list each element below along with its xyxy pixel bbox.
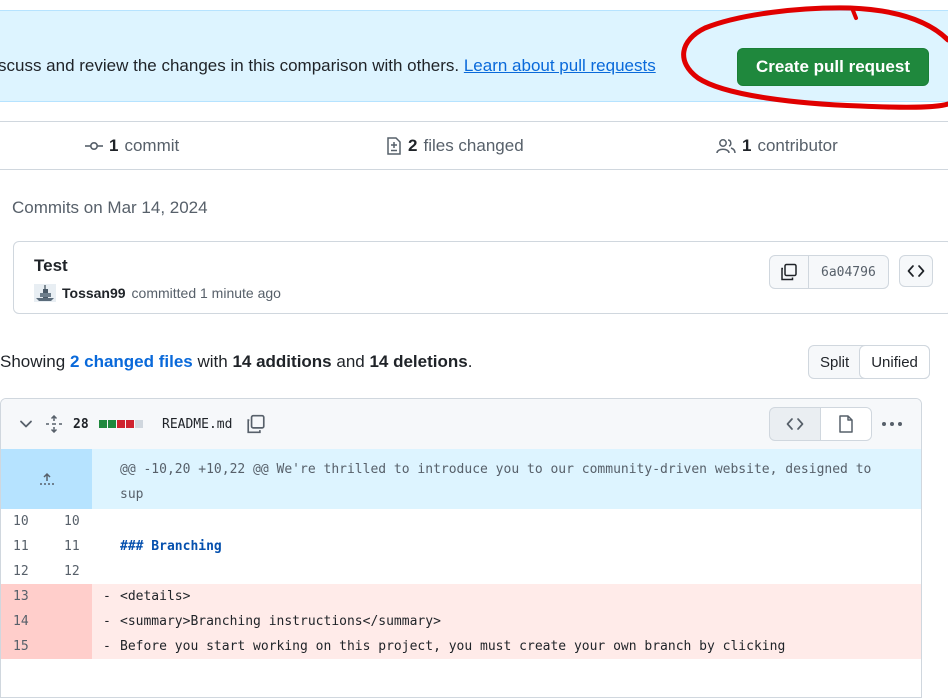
avatar[interactable] bbox=[34, 284, 56, 302]
summary-prefix: Showing bbox=[0, 352, 70, 371]
commit-time: committed 1 minute ago bbox=[131, 285, 281, 301]
old-line-number[interactable]: 15 bbox=[13, 634, 53, 659]
diff-line-context: 12 12 bbox=[1, 559, 921, 584]
diff-summary: Showing 2 changed files with 14 addition… bbox=[0, 352, 472, 372]
file-icon bbox=[839, 415, 853, 433]
new-line-number[interactable]: 12 bbox=[64, 559, 104, 584]
contributors-count: 1 bbox=[742, 136, 752, 155]
code-line: <details> bbox=[120, 589, 191, 604]
git-commit-icon bbox=[85, 141, 103, 151]
diffstat-block bbox=[117, 420, 125, 428]
commit-author[interactable]: Tossan99 bbox=[62, 285, 126, 301]
browse-repository-button[interactable] bbox=[898, 255, 933, 287]
files-changed-stat[interactable]: 2 files changed bbox=[386, 136, 524, 156]
diffstat-block bbox=[99, 420, 107, 428]
file-view-toggle bbox=[769, 407, 872, 441]
source-diff-button[interactable] bbox=[770, 408, 820, 440]
old-line-number[interactable]: 12 bbox=[13, 559, 53, 584]
file-options-button[interactable] bbox=[881, 399, 903, 449]
old-line-number[interactable]: 11 bbox=[13, 534, 53, 559]
diff-marker: - bbox=[103, 639, 111, 654]
code-line: <summary>Branching instructions</summary… bbox=[120, 614, 441, 629]
commit-meta: Tossan99 committed 1 minute ago bbox=[34, 284, 281, 302]
changed-files-link[interactable]: 2 changed files bbox=[70, 352, 193, 371]
compare-banner: scuss and review the changes in this com… bbox=[0, 10, 948, 102]
commit-title[interactable]: Test bbox=[34, 256, 68, 276]
diffstat-block bbox=[108, 420, 116, 428]
diff-marker: - bbox=[103, 589, 111, 604]
banner-text: scuss and review the changes in this com… bbox=[0, 56, 656, 76]
files-label: files changed bbox=[423, 136, 524, 155]
diff-file: 28 README.md @@ -10,20 +10,22 @@ We're t… bbox=[0, 398, 922, 698]
people-icon bbox=[716, 139, 736, 154]
expand-up-button[interactable] bbox=[1, 449, 92, 509]
create-pull-request-button[interactable]: Create pull request bbox=[737, 48, 929, 86]
code-icon bbox=[907, 265, 925, 277]
code-line: Before you start working on this project… bbox=[120, 639, 786, 654]
commit-list-item: Test Tossan99 committed 1 minute ago 6a0… bbox=[13, 241, 948, 314]
summary-middle: with bbox=[192, 352, 233, 371]
contributors-stat[interactable]: 1 contributor bbox=[716, 136, 838, 156]
rich-diff-button[interactable] bbox=[820, 408, 871, 440]
diff-line-context: 10 10 bbox=[1, 509, 921, 534]
commits-stat[interactable]: 1 commit bbox=[85, 136, 179, 156]
commit-sha-group: 6a04796 bbox=[769, 255, 889, 289]
diff-view-toggle: Split Unified bbox=[808, 345, 930, 379]
hunk-header: @@ -10,20 +10,22 @@ We're thrilled to in… bbox=[1, 449, 921, 509]
commits-count: 1 bbox=[109, 136, 119, 155]
old-line-number[interactable]: 13 bbox=[13, 584, 53, 609]
copy-icon bbox=[247, 414, 265, 434]
summary-suffix: . bbox=[467, 352, 473, 371]
unified-view-button[interactable]: Unified bbox=[859, 345, 930, 379]
kebab-horizontal-icon bbox=[882, 422, 902, 426]
copy-sha-button[interactable] bbox=[770, 256, 809, 288]
split-view-button[interactable]: Split bbox=[809, 346, 860, 378]
copy-file-path-button[interactable] bbox=[246, 399, 266, 449]
diff-line-deleted: 13 - <details> bbox=[1, 584, 921, 609]
commit-actions: 6a04796 bbox=[769, 255, 933, 289]
file-header: 28 README.md bbox=[1, 399, 921, 450]
file-name[interactable]: README.md bbox=[162, 399, 232, 449]
diff-line-context: 11 11 ### Branching bbox=[1, 534, 921, 559]
commit-sha-link[interactable]: 6a04796 bbox=[809, 256, 888, 288]
commits-date-heading: Commits on Mar 14, 2024 bbox=[12, 198, 208, 217]
old-line-number[interactable]: 14 bbox=[13, 609, 53, 634]
learn-pull-requests-link[interactable]: Learn about pull requests bbox=[464, 56, 656, 75]
code-line: ### Branching bbox=[120, 539, 222, 554]
banner-description: scuss and review the changes in this com… bbox=[0, 56, 464, 75]
file-change-count: 28 bbox=[73, 416, 89, 432]
new-line-number[interactable]: 10 bbox=[64, 509, 104, 534]
contributors-label: contributor bbox=[757, 136, 838, 155]
diffstat-block bbox=[126, 420, 134, 428]
code-icon bbox=[786, 418, 804, 430]
collapse-file-button[interactable] bbox=[19, 399, 33, 449]
fold-up-icon bbox=[39, 472, 54, 485]
diff-line-deleted: 15 - Before you start working on this proj… bbox=[1, 634, 921, 659]
diffstat bbox=[99, 399, 143, 449]
unfold-icon bbox=[46, 415, 62, 433]
diff-line-deleted: 14 - <summary>Branching instructions</summ… bbox=[1, 609, 921, 634]
diff-marker: - bbox=[103, 614, 111, 629]
diffstat-block bbox=[135, 420, 143, 428]
summary-and: and bbox=[331, 352, 370, 371]
deletions-count: 14 deletions bbox=[369, 352, 468, 371]
expand-all-button[interactable] bbox=[45, 399, 63, 449]
copy-icon bbox=[781, 263, 797, 281]
old-line-number[interactable]: 10 bbox=[13, 509, 53, 534]
file-diff-icon bbox=[387, 137, 401, 155]
additions-count: 14 additions bbox=[232, 352, 332, 371]
new-line-number[interactable]: 11 bbox=[64, 534, 104, 559]
hunk-header-text: @@ -10,20 +10,22 @@ We're thrilled to in… bbox=[120, 462, 872, 502]
comparison-stats: 1 commit 2 files changed 1 contributor bbox=[0, 121, 948, 170]
files-count: 2 bbox=[408, 136, 418, 155]
chevron-down-icon bbox=[20, 420, 32, 428]
commits-label: commit bbox=[124, 136, 180, 155]
